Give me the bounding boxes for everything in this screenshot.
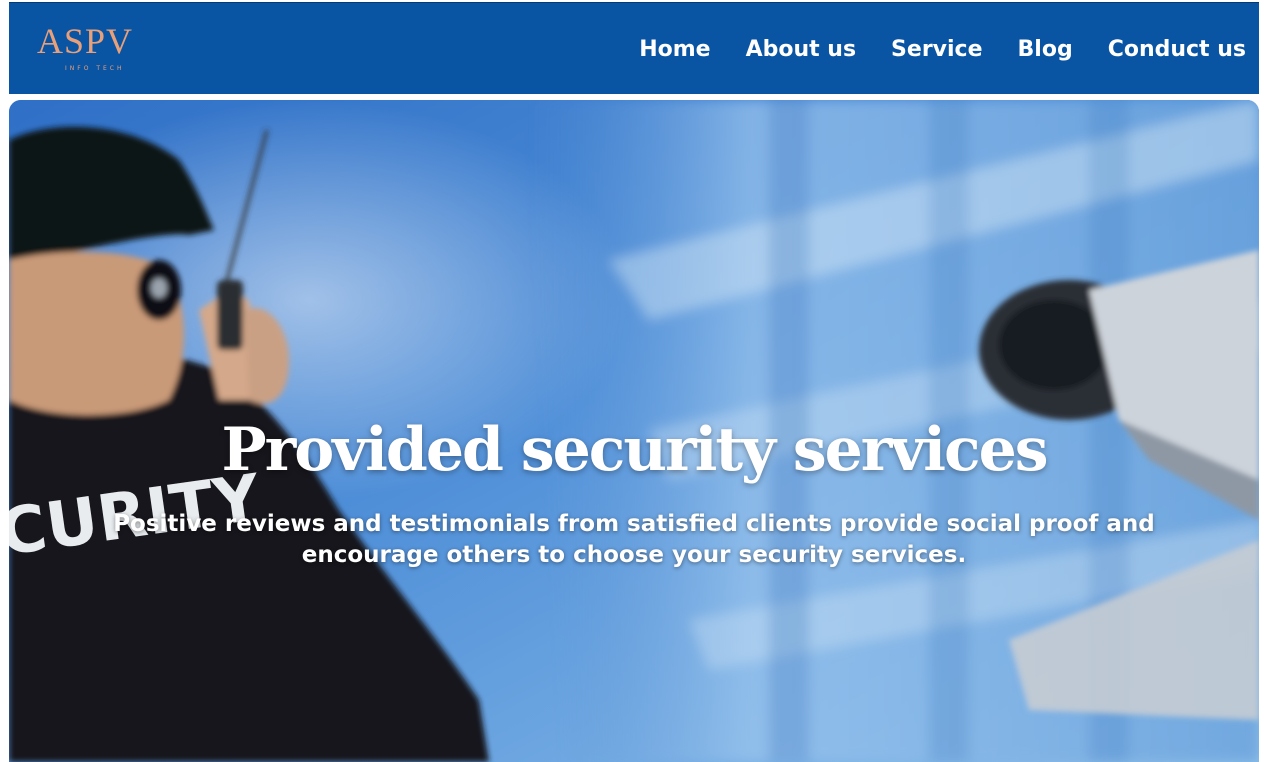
nav-about-link[interactable]: About us [746,37,856,62]
page: ASPV INFO TECH Home About us Service Blo… [0,0,1268,762]
hero-title: Provided security services [221,415,1048,486]
hero-banner: CURITY Provided security services Positi… [9,100,1259,762]
navbar: ASPV INFO TECH Home About us Service Blo… [9,2,1259,94]
logo[interactable]: ASPV INFO TECH [37,21,157,73]
nav-conduct-link[interactable]: Conduct us [1108,37,1246,62]
logo-subtext: INFO TECH [65,65,125,72]
nav-menu: Home About us Service Blog Conduct us [639,33,1246,65]
logo-text: ASPV [37,21,134,61]
hero-description: Positive reviews and testimonials from s… [113,511,1155,568]
nav-home-link[interactable]: Home [639,37,710,62]
nav-service-link[interactable]: Service [891,37,982,62]
nav-blog-link[interactable]: Blog [1018,37,1073,62]
